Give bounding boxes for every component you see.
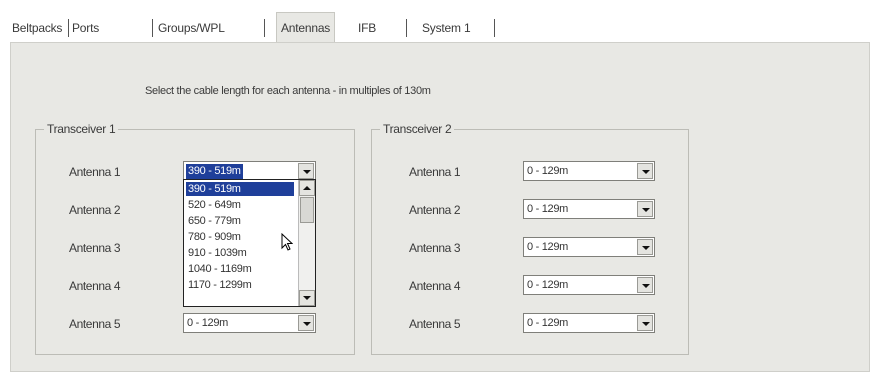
dropdown-option[interactable]: 1040 - 1169m: [186, 262, 253, 276]
t1-antenna-2-label: Antenna 2: [69, 203, 121, 217]
t2-antenna-3-value: 0 - 129m: [527, 241, 569, 253]
t2-antenna-2-select[interactable]: 0 - 129m: [523, 199, 655, 219]
instruction-text: Select the cable length for each antenna…: [145, 85, 431, 97]
dropdown-option[interactable]: 780 - 909m: [186, 230, 243, 244]
t1-antenna-1-value: 390 - 519m: [186, 164, 243, 179]
t2-antenna-2-label: Antenna 2: [409, 203, 461, 217]
mouse-pointer-icon: [281, 233, 293, 251]
dropdown-option[interactable]: 520 - 649m: [186, 198, 243, 212]
t2-antenna-4-select[interactable]: 0 - 129m: [523, 275, 655, 295]
tab-ports[interactable]: Ports: [72, 16, 99, 40]
t2-antenna-1-select[interactable]: 0 - 129m: [523, 161, 655, 181]
scroll-up-icon[interactable]: [299, 180, 315, 196]
dropdown-option[interactable]: 910 - 1039m: [186, 246, 248, 260]
dropdown-option[interactable]: 1170 - 1299m: [186, 278, 253, 292]
tab-groups-wpl[interactable]: Groups/WPL: [158, 16, 225, 40]
tab-beltpacks[interactable]: Beltpacks: [12, 16, 62, 40]
t2-antenna-5-value: 0 - 129m: [527, 317, 569, 329]
t2-antenna-5-label: Antenna 5: [409, 317, 461, 331]
dropdown-scrollbar[interactable]: [298, 180, 315, 306]
tab-antennas[interactable]: Antennas: [276, 12, 336, 42]
t1-antenna-1-select[interactable]: 390 - 519m: [183, 161, 316, 181]
chevron-down-icon[interactable]: [637, 239, 653, 255]
t2-antenna-2-value: 0 - 129m: [527, 203, 569, 215]
t1-antenna-5-label: Antenna 5: [69, 317, 121, 331]
t1-antenna-4-label: Antenna 4: [69, 279, 121, 293]
tab-ifb[interactable]: IFB: [358, 16, 376, 40]
chevron-down-icon[interactable]: [298, 163, 314, 179]
t2-antenna-1-label: Antenna 1: [409, 165, 461, 179]
dropdown-option[interactable]: 390 - 519m: [186, 182, 294, 196]
chevron-down-icon[interactable]: [637, 163, 653, 179]
t2-antenna-4-value: 0 - 129m: [527, 279, 569, 291]
t2-antenna-4-label: Antenna 4: [409, 279, 461, 293]
t2-antenna-1-value: 0 - 129m: [527, 165, 569, 177]
chevron-down-icon[interactable]: [637, 315, 653, 331]
antenna-1-dropdown-list[interactable]: 390 - 519m 520 - 649m 650 - 779m 780 - 9…: [183, 179, 316, 307]
dropdown-option[interactable]: 650 - 779m: [186, 214, 243, 228]
t2-antenna-3-select[interactable]: 0 - 129m: [523, 237, 655, 257]
t2-antenna-3-label: Antenna 3: [409, 241, 461, 255]
chevron-down-icon[interactable]: [637, 277, 653, 293]
scroll-down-icon[interactable]: [299, 290, 315, 306]
t1-antenna-5-select[interactable]: 0 - 129m: [183, 313, 316, 333]
t1-antenna-1-label: Antenna 1: [69, 165, 121, 179]
t2-antenna-5-select[interactable]: 0 - 129m: [523, 313, 655, 333]
t1-antenna-3-label: Antenna 3: [69, 241, 121, 255]
scroll-thumb[interactable]: [300, 197, 314, 223]
transceiver-1-title: Transceiver 1: [44, 122, 119, 136]
tab-strip: Beltpacks Ports Groups/WPL Antennas IFB …: [10, 12, 870, 42]
t1-antenna-5-value: 0 - 129m: [187, 317, 229, 329]
transceiver-2-title: Transceiver 2: [380, 122, 455, 136]
chevron-down-icon[interactable]: [637, 201, 653, 217]
tab-system-1[interactable]: System 1: [422, 16, 471, 40]
chevron-down-icon[interactable]: [298, 315, 314, 331]
antennas-panel: Select the cable length for each antenna…: [10, 42, 870, 372]
